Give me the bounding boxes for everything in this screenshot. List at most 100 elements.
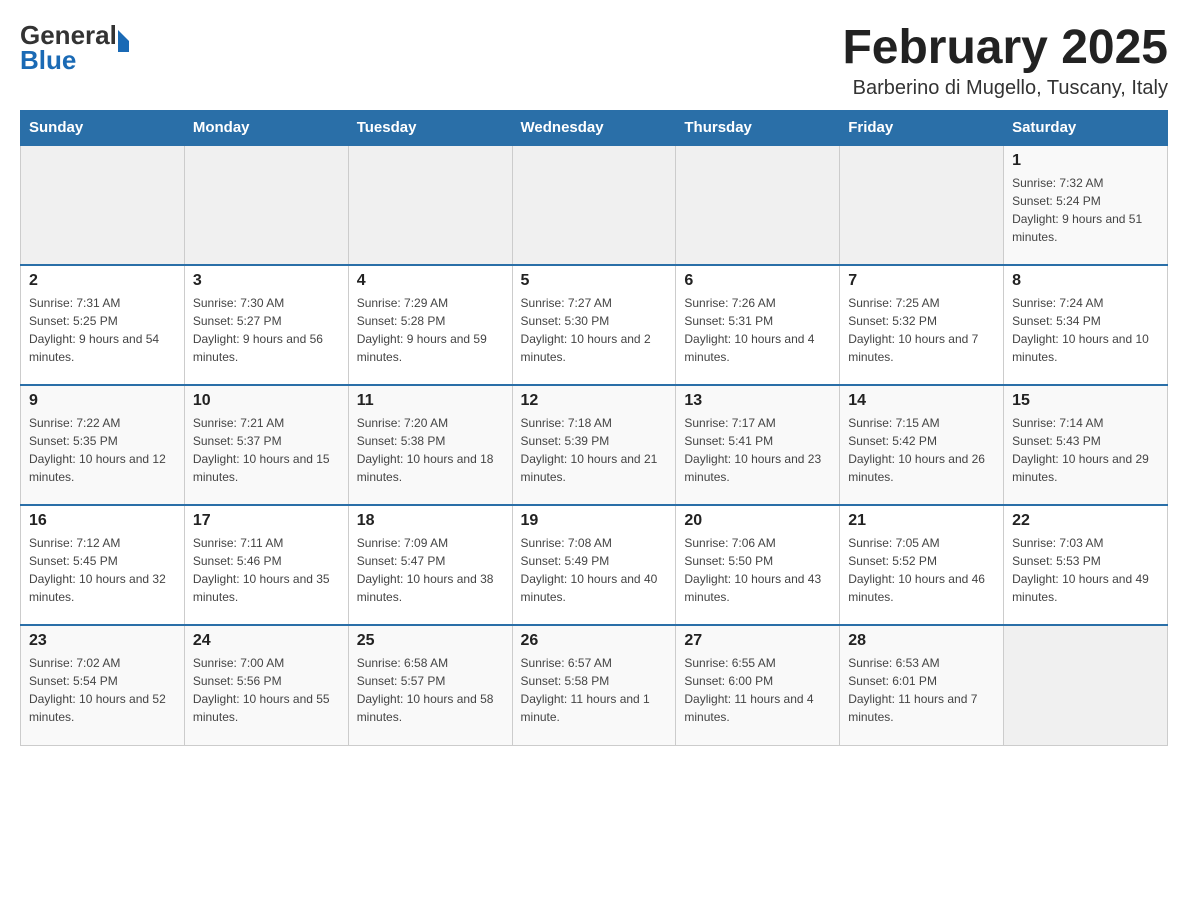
day-number: 19 [521, 512, 668, 530]
day-number: 21 [848, 512, 995, 530]
calendar-week-row: 23 Sunrise: 7:02 AM Sunset: 5:54 PM Dayli… [21, 625, 1168, 745]
day-number: 6 [684, 272, 831, 290]
calendar-cell: 25 Sunrise: 6:58 AM Sunset: 5:57 PM Dayli… [348, 625, 512, 745]
calendar-cell: 5 Sunrise: 7:27 AM Sunset: 5:30 PM Daylig… [512, 265, 676, 385]
calendar-cell: 11 Sunrise: 7:20 AM Sunset: 5:38 PM Dayli… [348, 385, 512, 505]
calendar-cell: 9 Sunrise: 7:22 AM Sunset: 5:35 PM Daylig… [21, 385, 185, 505]
calendar-cell [512, 145, 676, 265]
day-info: Sunrise: 7:27 AM Sunset: 5:30 PM Dayligh… [521, 294, 668, 366]
calendar-cell [348, 145, 512, 265]
logo-blue-text: Blue [20, 45, 76, 76]
day-info: Sunrise: 7:14 AM Sunset: 5:43 PM Dayligh… [1012, 414, 1159, 486]
title-block: February 2025 Barberino di Mugello, Tusc… [842, 20, 1168, 100]
day-header-tuesday: Tuesday [348, 111, 512, 146]
calendar-week-row: 16 Sunrise: 7:12 AM Sunset: 5:45 PM Dayli… [21, 505, 1168, 625]
day-info: Sunrise: 7:18 AM Sunset: 5:39 PM Dayligh… [521, 414, 668, 486]
calendar-cell: 14 Sunrise: 7:15 AM Sunset: 5:42 PM Dayli… [840, 385, 1004, 505]
calendar-cell: 6 Sunrise: 7:26 AM Sunset: 5:31 PM Daylig… [676, 265, 840, 385]
day-number: 14 [848, 392, 995, 410]
day-info: Sunrise: 7:20 AM Sunset: 5:38 PM Dayligh… [357, 414, 504, 486]
day-info: Sunrise: 7:21 AM Sunset: 5:37 PM Dayligh… [193, 414, 340, 486]
calendar-cell: 28 Sunrise: 6:53 AM Sunset: 6:01 PM Dayli… [840, 625, 1004, 745]
calendar-cell: 23 Sunrise: 7:02 AM Sunset: 5:54 PM Dayli… [21, 625, 185, 745]
day-info: Sunrise: 7:17 AM Sunset: 5:41 PM Dayligh… [684, 414, 831, 486]
day-info: Sunrise: 7:00 AM Sunset: 5:56 PM Dayligh… [193, 654, 340, 726]
calendar-cell [676, 145, 840, 265]
day-number: 20 [684, 512, 831, 530]
day-number: 4 [357, 272, 504, 290]
day-info: Sunrise: 7:12 AM Sunset: 5:45 PM Dayligh… [29, 534, 176, 606]
calendar-week-row: 9 Sunrise: 7:22 AM Sunset: 5:35 PM Daylig… [21, 385, 1168, 505]
calendar-cell: 10 Sunrise: 7:21 AM Sunset: 5:37 PM Dayli… [184, 385, 348, 505]
day-number: 1 [1012, 152, 1159, 170]
day-info: Sunrise: 6:55 AM Sunset: 6:00 PM Dayligh… [684, 654, 831, 726]
calendar-cell: 17Sunrise: 7:11 AM Sunset: 5:46 PM Dayli… [184, 505, 348, 625]
day-number: 22 [1012, 512, 1159, 530]
day-info: Sunrise: 7:15 AM Sunset: 5:42 PM Dayligh… [848, 414, 995, 486]
calendar-cell: 1 Sunrise: 7:32 AM Sunset: 5:24 PM Daylig… [1004, 145, 1168, 265]
day-header-saturday: Saturday [1004, 111, 1168, 146]
day-info: Sunrise: 7:08 AM Sunset: 5:49 PM Dayligh… [521, 534, 668, 606]
calendar-week-row: 1 Sunrise: 7:32 AM Sunset: 5:24 PM Daylig… [21, 145, 1168, 265]
day-info: Sunrise: 6:53 AM Sunset: 6:01 PM Dayligh… [848, 654, 995, 726]
day-number: 16 [29, 512, 176, 530]
page-header: General Blue February 2025 Barberino di … [20, 20, 1168, 100]
month-title: February 2025 [842, 20, 1168, 75]
day-number: 3 [193, 272, 340, 290]
day-info: Sunrise: 7:25 AM Sunset: 5:32 PM Dayligh… [848, 294, 995, 366]
calendar-table: SundayMondayTuesdayWednesdayThursdayFrid… [20, 110, 1168, 746]
day-info: Sunrise: 6:58 AM Sunset: 5:57 PM Dayligh… [357, 654, 504, 726]
day-number: 27 [684, 632, 831, 650]
day-header-sunday: Sunday [21, 111, 185, 146]
day-info: Sunrise: 7:31 AM Sunset: 5:25 PM Dayligh… [29, 294, 176, 366]
calendar-cell [21, 145, 185, 265]
day-info: Sunrise: 7:09 AM Sunset: 5:47 PM Dayligh… [357, 534, 504, 606]
day-info: Sunrise: 6:57 AM Sunset: 5:58 PM Dayligh… [521, 654, 668, 726]
calendar-cell: 21 Sunrise: 7:05 AM Sunset: 5:52 PM Dayli… [840, 505, 1004, 625]
calendar-cell: 24 Sunrise: 7:00 AM Sunset: 5:56 PM Dayli… [184, 625, 348, 745]
logo: General Blue [20, 20, 129, 76]
calendar-cell: 15 Sunrise: 7:14 AM Sunset: 5:43 PM Dayli… [1004, 385, 1168, 505]
day-header-thursday: Thursday [676, 111, 840, 146]
day-number: 13 [684, 392, 831, 410]
day-number: 11 [357, 392, 504, 410]
day-info: Sunrise: 7:30 AM Sunset: 5:27 PM Dayligh… [193, 294, 340, 366]
calendar-cell: 22 Sunrise: 7:03 AM Sunset: 5:53 PM Dayli… [1004, 505, 1168, 625]
day-info: Sunrise: 7:26 AM Sunset: 5:31 PM Dayligh… [684, 294, 831, 366]
day-info: Sunrise: 7:05 AM Sunset: 5:52 PM Dayligh… [848, 534, 995, 606]
calendar-cell: 27 Sunrise: 6:55 AM Sunset: 6:00 PM Dayli… [676, 625, 840, 745]
day-header-friday: Friday [840, 111, 1004, 146]
day-number: 8 [1012, 272, 1159, 290]
calendar-cell [840, 145, 1004, 265]
day-number: 5 [521, 272, 668, 290]
day-info: Sunrise: 7:22 AM Sunset: 5:35 PM Dayligh… [29, 414, 176, 486]
calendar-cell: 20Sunrise: 7:06 AM Sunset: 5:50 PM Dayli… [676, 505, 840, 625]
day-number: 15 [1012, 392, 1159, 410]
location-title: Barberino di Mugello, Tuscany, Italy [842, 77, 1168, 100]
day-header-wednesday: Wednesday [512, 111, 676, 146]
calendar-cell: 7 Sunrise: 7:25 AM Sunset: 5:32 PM Daylig… [840, 265, 1004, 385]
calendar-week-row: 2Sunrise: 7:31 AM Sunset: 5:25 PM Daylig… [21, 265, 1168, 385]
calendar-cell: 13 Sunrise: 7:17 AM Sunset: 5:41 PM Dayli… [676, 385, 840, 505]
day-info: Sunrise: 7:02 AM Sunset: 5:54 PM Dayligh… [29, 654, 176, 726]
calendar-cell: 8Sunrise: 7:24 AM Sunset: 5:34 PM Daylig… [1004, 265, 1168, 385]
day-number: 10 [193, 392, 340, 410]
day-number: 18 [357, 512, 504, 530]
calendar-header-row: SundayMondayTuesdayWednesdayThursdayFrid… [21, 111, 1168, 146]
day-number: 26 [521, 632, 668, 650]
day-number: 24 [193, 632, 340, 650]
day-info: Sunrise: 7:32 AM Sunset: 5:24 PM Dayligh… [1012, 174, 1159, 246]
calendar-cell: 19 Sunrise: 7:08 AM Sunset: 5:49 PM Dayli… [512, 505, 676, 625]
calendar-cell: 2Sunrise: 7:31 AM Sunset: 5:25 PM Daylig… [21, 265, 185, 385]
day-number: 25 [357, 632, 504, 650]
day-number: 7 [848, 272, 995, 290]
day-number: 9 [29, 392, 176, 410]
day-info: Sunrise: 7:29 AM Sunset: 5:28 PM Dayligh… [357, 294, 504, 366]
day-info: Sunrise: 7:03 AM Sunset: 5:53 PM Dayligh… [1012, 534, 1159, 606]
day-number: 28 [848, 632, 995, 650]
calendar-cell [184, 145, 348, 265]
day-number: 23 [29, 632, 176, 650]
calendar-cell: 16 Sunrise: 7:12 AM Sunset: 5:45 PM Dayli… [21, 505, 185, 625]
calendar-cell: 18 Sunrise: 7:09 AM Sunset: 5:47 PM Dayli… [348, 505, 512, 625]
calendar-cell [1004, 625, 1168, 745]
